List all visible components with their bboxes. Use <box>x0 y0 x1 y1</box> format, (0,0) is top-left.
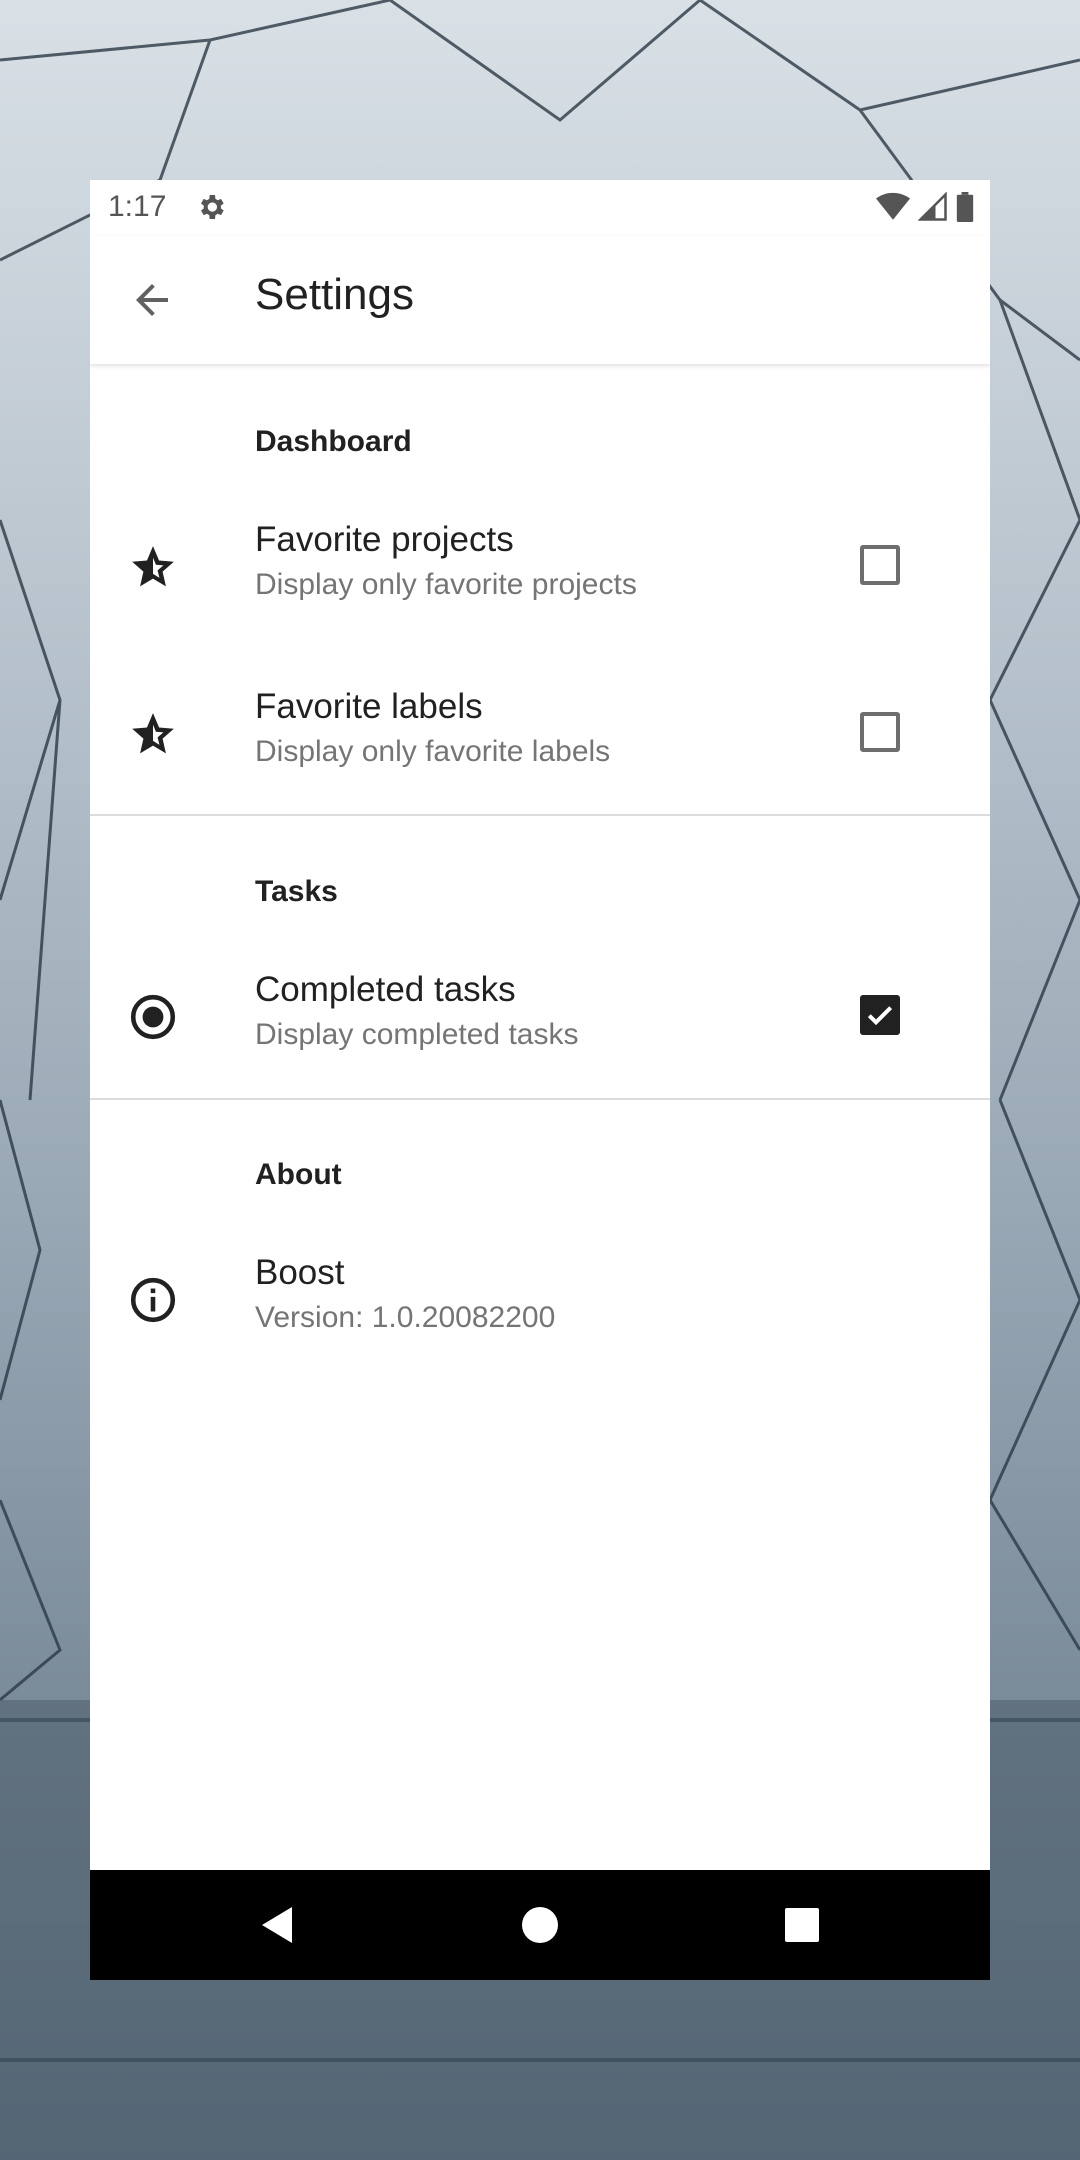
page-title: Settings <box>255 270 414 319</box>
settings-icon <box>195 191 227 231</box>
section-divider <box>90 814 990 816</box>
checkmark-icon <box>867 1006 893 1026</box>
section-header-tasks: Tasks <box>255 875 338 908</box>
pref-title: Boost <box>255 1253 345 1292</box>
pref-favorite-projects[interactable]: Favorite projects Display only favorite … <box>90 490 990 640</box>
section-divider <box>90 1098 990 1100</box>
arrow-back-icon[interactable] <box>128 276 176 324</box>
pref-summary: Display completed tasks <box>255 1018 579 1051</box>
navigation-bar <box>90 1870 990 1980</box>
section-header-about: About <box>255 1158 342 1191</box>
signal-icon <box>918 192 947 221</box>
pref-title: Favorite projects <box>255 520 514 559</box>
pref-title: Favorite labels <box>255 687 483 726</box>
section-header-dashboard: Dashboard <box>255 425 412 458</box>
recents-square-icon[interactable] <box>782 1905 822 1945</box>
pref-summary: Version: 1.0.20082200 <box>255 1301 556 1334</box>
completed-tasks-checkbox[interactable] <box>860 995 900 1035</box>
wifi-icon <box>876 192 910 220</box>
status-bar: 1:17 <box>90 180 990 236</box>
pref-completed-tasks[interactable]: Completed tasks Display completed tasks <box>90 940 990 1090</box>
radio-button-icon <box>128 992 178 1042</box>
info-icon <box>128 1275 178 1325</box>
pref-about-boost[interactable]: Boost Version: 1.0.20082200 <box>90 1223 990 1373</box>
status-icons <box>876 192 974 222</box>
pref-favorite-labels[interactable]: Favorite labels Display only favorite la… <box>90 657 990 807</box>
status-time: 1:17 <box>108 190 167 223</box>
star-icon <box>128 542 178 592</box>
favorite-projects-checkbox[interactable] <box>860 545 900 585</box>
pref-summary: Display only favorite labels <box>255 735 611 768</box>
back-triangle-icon[interactable] <box>258 1905 298 1945</box>
favorite-labels-checkbox[interactable] <box>860 712 900 752</box>
phone-screen: 1:17 Settings Dashboard Favorite project… <box>90 180 990 1980</box>
pref-summary: Display only favorite projects <box>255 568 637 601</box>
pref-title: Completed tasks <box>255 970 516 1009</box>
app-bar: Settings <box>90 236 990 364</box>
battery-icon <box>956 192 974 222</box>
home-circle-icon[interactable] <box>520 1905 560 1945</box>
star-icon <box>128 709 178 759</box>
